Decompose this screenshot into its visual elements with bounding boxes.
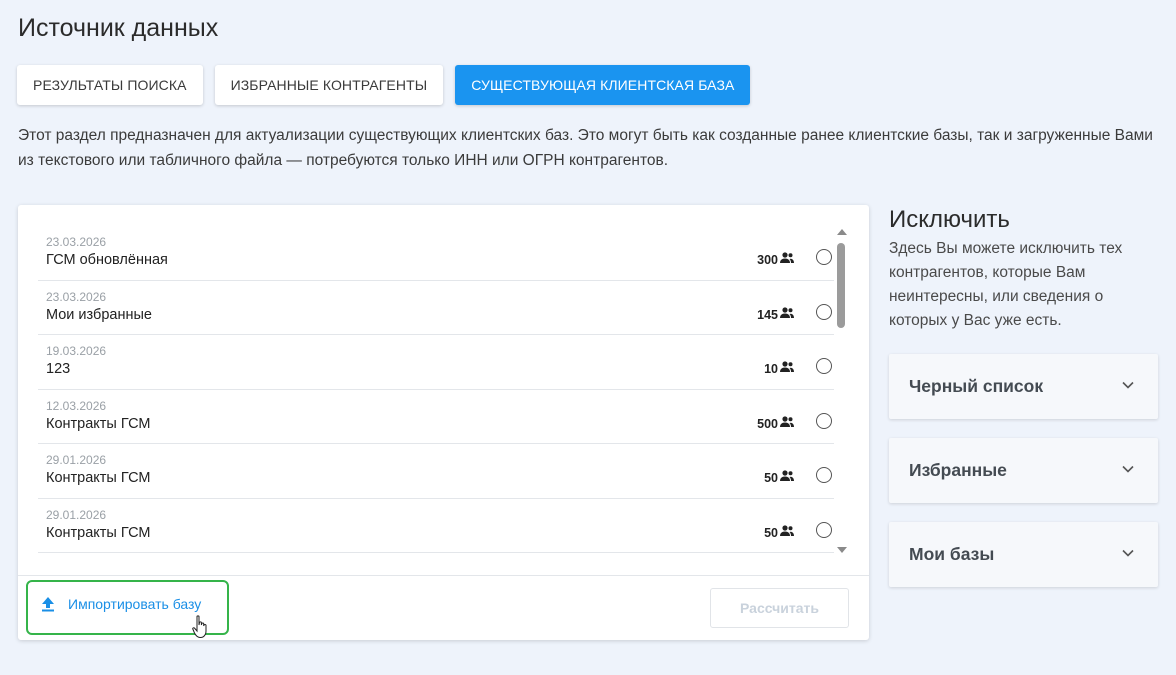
select-radio[interactable] — [816, 412, 832, 429]
list-item[interactable]: 19.03.2026 123 10 — [38, 335, 834, 390]
accordion-blacklist[interactable]: Черный список — [889, 354, 1158, 419]
accordion-favorites[interactable]: Избранные — [889, 438, 1158, 503]
import-base-label: Импортировать базу — [68, 596, 202, 612]
item-name: Контракты ГСМ — [46, 524, 151, 541]
card-divider — [18, 575, 869, 576]
upload-icon — [42, 597, 54, 612]
exclude-description: Здесь Вы можете исключить тех контрагент… — [889, 240, 1123, 329]
chevron-down-icon — [1122, 549, 1134, 557]
item-date: 29.01.2026 — [46, 507, 107, 522]
hand-cursor-icon — [192, 615, 207, 639]
item-date: 12.03.2026 — [46, 398, 107, 413]
client-bases-list: 23.03.2026 ГСМ обновлённая 300 23.03.202… — [38, 226, 834, 553]
tab-existing-client-base[interactable]: Существующая клиентская база — [455, 65, 751, 105]
scroll-thumb[interactable] — [837, 243, 845, 328]
chevron-down-icon — [1122, 381, 1134, 389]
people-icon — [780, 470, 794, 481]
scroll-down-arrow-icon[interactable] — [837, 547, 847, 553]
item-date: 23.03.2026 — [46, 235, 107, 249]
accordion-my-bases[interactable]: Мои базы — [889, 522, 1158, 587]
select-radio[interactable] — [816, 249, 832, 265]
list-scrollbar[interactable] — [835, 229, 847, 553]
item-name: 123 — [46, 361, 71, 377]
item-count: 50 — [764, 525, 778, 540]
tab-search-results[interactable]: Результаты поиска — [17, 65, 203, 105]
select-radio[interactable] — [816, 467, 832, 483]
list-item[interactable]: 23.03.2026 Мои избранные 145 — [38, 281, 834, 335]
accordion-label: Избранные — [909, 460, 1007, 480]
list-item[interactable]: 29.01.2026 Контракты ГСМ 50 — [38, 444, 834, 499]
calculate-button[interactable]: Рассчитать — [710, 588, 849, 628]
source-tabs: Результаты поиска Избранные контрагенты … — [17, 65, 751, 105]
list-item[interactable]: 12.03.2026 Контракты ГСМ 500 — [38, 390, 834, 444]
people-icon — [780, 415, 794, 427]
client-bases-card: 23.03.2026 ГСМ обновлённая 300 23.03.202… — [18, 205, 869, 640]
chevron-down-icon — [1122, 465, 1134, 473]
item-date: 19.03.2026 — [46, 344, 107, 358]
item-count: 500 — [757, 416, 778, 431]
select-radio[interactable] — [816, 521, 832, 538]
item-count: 145 — [757, 307, 778, 322]
item-name: ГСМ обновлённая — [46, 252, 168, 268]
accordion-label: Мои базы — [909, 544, 995, 564]
scroll-up-arrow-icon[interactable] — [837, 229, 847, 235]
section-description: Этот раздел предназначен для актуализаци… — [18, 127, 1153, 169]
item-name: Контракты ГСМ — [46, 470, 151, 486]
item-name: Мои избранные — [46, 306, 152, 323]
people-icon — [780, 524, 794, 536]
list-item[interactable]: 23.03.2026 ГСМ обновлённая 300 — [38, 226, 834, 281]
page-title: Источник данных — [18, 14, 219, 42]
exclude-title: Исключить — [889, 206, 1010, 233]
people-icon — [780, 306, 794, 318]
item-name: Контракты ГСМ — [46, 415, 151, 432]
item-count: 300 — [757, 253, 778, 267]
item-date: 29.01.2026 — [46, 453, 107, 467]
accordion-label: Черный список — [909, 376, 1044, 396]
people-icon — [780, 252, 794, 263]
select-radio[interactable] — [816, 358, 832, 374]
item-count: 10 — [764, 362, 778, 376]
tab-favorite-counterparties[interactable]: Избранные контрагенты — [214, 65, 444, 105]
list-item[interactable]: 29.01.2026 Контракты ГСМ 50 — [38, 499, 834, 553]
people-icon — [780, 361, 794, 372]
item-count: 50 — [764, 471, 778, 485]
select-radio[interactable] — [816, 303, 832, 320]
item-date: 23.03.2026 — [46, 289, 107, 304]
import-base-button[interactable]: Импортировать базу — [40, 596, 201, 612]
